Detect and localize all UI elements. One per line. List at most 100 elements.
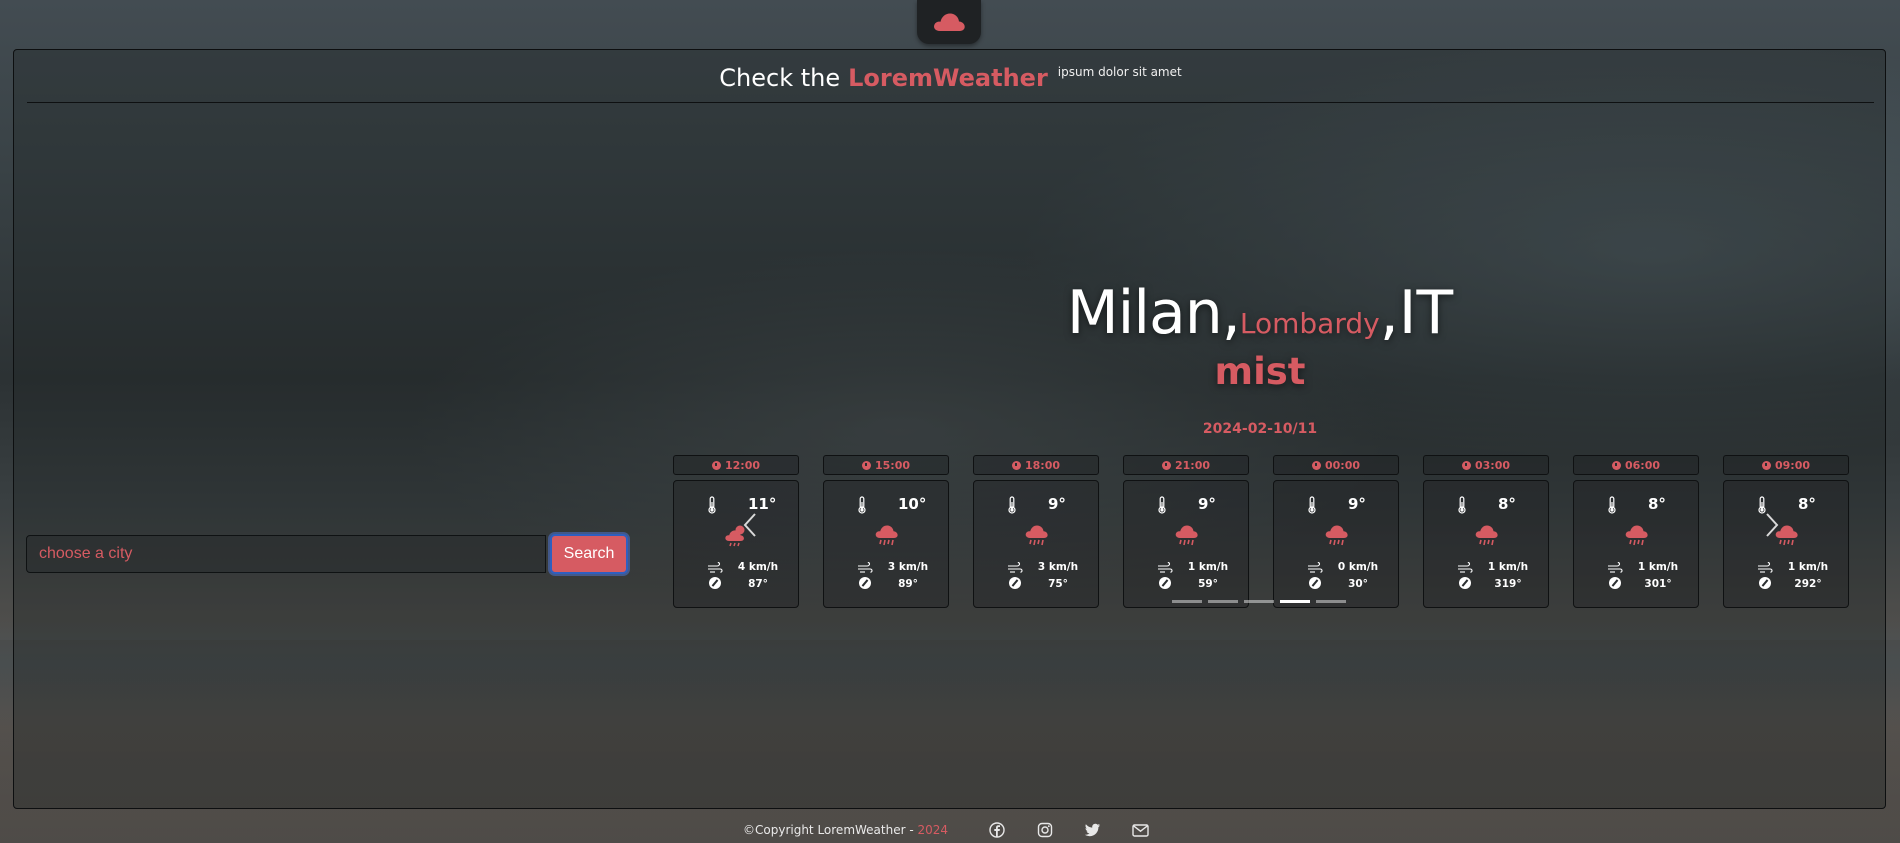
- forecast-carousel: 12:00 11° 4 km/h 87° 15:00 10° 3 km/h 89° 18:00 9…: [673, 455, 1849, 610]
- forecast-temperature: 8°: [1498, 495, 1516, 513]
- carousel-indicators: [1172, 600, 1346, 603]
- compass-icon: [1309, 577, 1321, 589]
- forecast-body: 11° 4 km/h 87°: [673, 480, 799, 608]
- carousel-indicator[interactable]: [1316, 600, 1346, 603]
- search-input[interactable]: [26, 535, 546, 573]
- cloud-rain-icon: [874, 524, 900, 553]
- forecast-time: 06:00: [1573, 455, 1699, 475]
- cloud-rain-icon: [1024, 524, 1050, 553]
- forecast-time: 12:00: [673, 455, 799, 475]
- forecast-wind-direction: 75°: [1048, 578, 1068, 590]
- instagram-icon[interactable]: [1035, 820, 1055, 840]
- header-prefix: Check the: [719, 64, 841, 92]
- thermometer-icon: [1607, 496, 1617, 519]
- weather-condition: mist: [1214, 350, 1306, 393]
- forecast-wind-direction: 319°: [1494, 578, 1522, 590]
- forecast-time: 00:00: [1273, 455, 1399, 475]
- forecast-card: 03:00 8° 1 km/h 319°: [1423, 455, 1549, 608]
- clock-icon: [1311, 460, 1321, 470]
- forecast-body: 8° 1 km/h 301°: [1573, 480, 1699, 608]
- cloud-rain-icon: [1624, 524, 1650, 553]
- forecast-wind-speed: 1 km/h: [1187, 561, 1229, 573]
- compass-icon: [1459, 577, 1471, 589]
- copyright-text: ©Copyright LoremWeather - 2024: [743, 823, 948, 837]
- forecast-body: 8° 1 km/h 292°: [1723, 480, 1849, 608]
- brand-name: LoremWeather: [848, 64, 1048, 92]
- forecast-wind-direction: 30°: [1348, 578, 1368, 590]
- copyright-year: 2024: [917, 823, 949, 837]
- forecast-wind-speed: 1 km/h: [1637, 561, 1679, 573]
- clock-icon: [1461, 460, 1471, 470]
- forecast-temperature: 9°: [1048, 495, 1066, 513]
- header: Check the LoremWeather ipsum dolor sit a…: [27, 50, 1874, 103]
- thermometer-icon: [857, 496, 867, 519]
- facebook-icon[interactable]: [987, 820, 1007, 840]
- thermometer-icon: [707, 496, 717, 519]
- forecast-temperature: 8°: [1648, 495, 1666, 513]
- compass-icon: [859, 577, 871, 589]
- country-code: ,IT: [1379, 278, 1454, 348]
- copyright-label: ©Copyright LoremWeather -: [743, 823, 918, 837]
- forecast-time-label: 09:00: [1774, 458, 1810, 472]
- forecast-time-label: 15:00: [874, 458, 910, 472]
- forecast-wind-direction: 89°: [898, 578, 918, 590]
- carousel-indicator[interactable]: [1172, 600, 1202, 603]
- footer: ©Copyright LoremWeather - 2024: [0, 820, 1900, 840]
- thermometer-icon: [1457, 496, 1467, 519]
- carousel-indicator[interactable]: [1244, 600, 1274, 603]
- clock-icon: [1611, 460, 1621, 470]
- compass-icon: [1759, 577, 1771, 589]
- forecast-time-label: 12:00: [724, 458, 760, 472]
- forecast-time-label: 18:00: [1024, 458, 1060, 472]
- forecast-time-label: 03:00: [1474, 458, 1510, 472]
- main-panel: Check the LoremWeather ipsum dolor sit a…: [13, 49, 1886, 809]
- twitter-icon[interactable]: [1082, 820, 1102, 840]
- cloud-rain-icon: [1324, 524, 1350, 553]
- search-bar: Search: [26, 534, 628, 574]
- forecast-card: 15:00 10° 3 km/h 89°: [823, 455, 949, 608]
- forecast-body: 9° 0 km/h 30°: [1273, 480, 1399, 608]
- carousel-indicator[interactable]: [1208, 600, 1238, 603]
- region-name: Lombardy: [1239, 307, 1380, 340]
- forecast-temperature: 10°: [898, 495, 927, 513]
- compass-icon: [709, 577, 721, 589]
- forecast-body: 10° 3 km/h 89°: [823, 480, 949, 608]
- forecast-card: 09:00 8° 1 km/h 292°: [1723, 455, 1849, 608]
- city-name: Milan,: [1066, 278, 1241, 348]
- clock-icon: [1161, 460, 1171, 470]
- forecast-time: 18:00: [973, 455, 1099, 475]
- forecast-card: 21:00 9° 1 km/h 59°: [1123, 455, 1249, 608]
- carousel-prev-button[interactable]: [736, 510, 766, 540]
- carousel-indicator[interactable]: [1280, 600, 1310, 603]
- forecast-temperature: 9°: [1198, 495, 1216, 513]
- location-title: Milan,Lombardy,IT: [960, 278, 1560, 348]
- forecast-temperature: 9°: [1348, 495, 1366, 513]
- forecast-time: 03:00: [1423, 455, 1549, 475]
- forecast-card: 06:00 8° 1 km/h 301°: [1573, 455, 1699, 608]
- forecast-temperature: 8°: [1798, 495, 1816, 513]
- forecast-time-label: 00:00: [1324, 458, 1360, 472]
- forecast-card: 18:00 9° 3 km/h 75°: [973, 455, 1099, 608]
- forecast-wind-speed: 1 km/h: [1787, 561, 1829, 573]
- thermometer-icon: [1307, 496, 1317, 519]
- forecast-wind-speed: 1 km/h: [1487, 561, 1529, 573]
- forecast-wind-direction: 59°: [1198, 578, 1218, 590]
- clock-icon: [1011, 460, 1021, 470]
- forecast-body: 9° 1 km/h 59°: [1123, 480, 1249, 608]
- forecast-wind-speed: 0 km/h: [1337, 561, 1379, 573]
- mail-icon[interactable]: [1130, 820, 1150, 840]
- header-title: Check the LoremWeather ipsum dolor sit a…: [719, 64, 1181, 92]
- forecast-time: 21:00: [1123, 455, 1249, 475]
- clock-icon: [1761, 460, 1771, 470]
- clock-icon: [711, 460, 721, 470]
- brand-tagline: ipsum dolor sit amet: [1057, 65, 1182, 79]
- carousel-next-button[interactable]: [1756, 510, 1786, 540]
- forecast-wind-direction: 292°: [1794, 578, 1822, 590]
- compass-icon: [1009, 577, 1021, 589]
- forecast-time-label: 06:00: [1624, 458, 1660, 472]
- forecast-body: 8° 1 km/h 319°: [1423, 480, 1549, 608]
- logo-tab[interactable]: [917, 0, 981, 44]
- forecast-time: 09:00: [1723, 455, 1849, 475]
- search-button[interactable]: Search: [550, 534, 628, 574]
- forecast-wind-speed: 3 km/h: [887, 561, 929, 573]
